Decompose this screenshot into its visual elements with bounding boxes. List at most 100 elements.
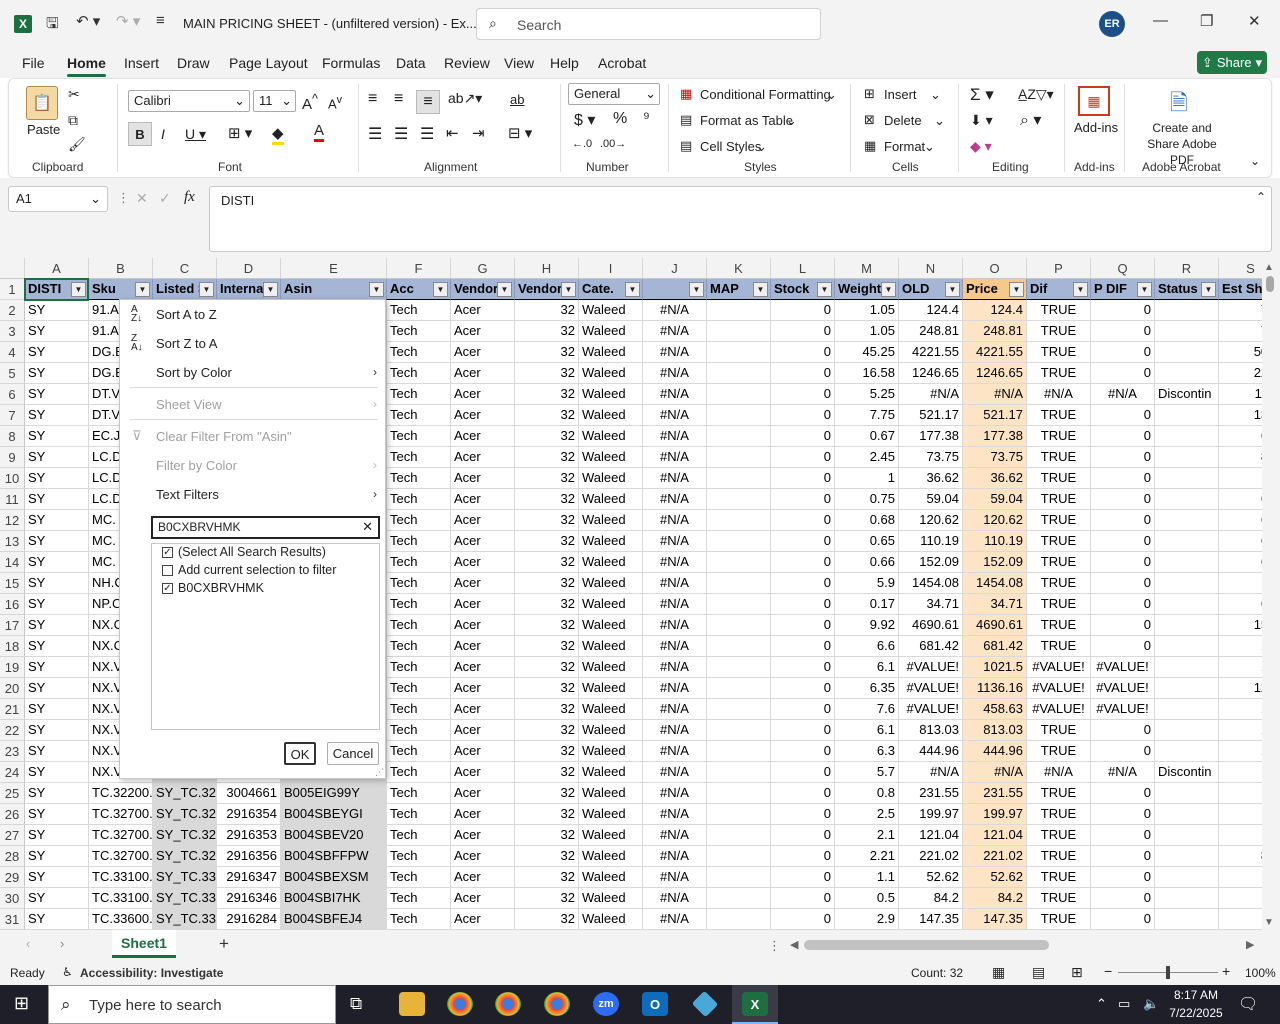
table-cell[interactable]: Waleed [579, 468, 643, 489]
filter-header-cell[interactable]: Vendor ▼ [515, 279, 579, 300]
column-header-c[interactable]: C [153, 258, 217, 279]
currency-icon[interactable]: $ ▾ [574, 110, 595, 130]
table-cell[interactable]: 0 [1091, 636, 1155, 657]
table-cell[interactable]: 8. [1219, 825, 1262, 846]
table-cell[interactable] [707, 657, 771, 678]
filter-header-cell[interactable]: Acc ▼ [387, 279, 451, 300]
table-cell[interactable] [1155, 468, 1219, 489]
table-cell[interactable] [707, 909, 771, 930]
table-cell[interactable] [1155, 888, 1219, 909]
notifications-icon[interactable]: 🗨 [1238, 994, 1258, 1014]
table-cell[interactable] [707, 573, 771, 594]
table-cell[interactable]: #VALUE! [1027, 657, 1091, 678]
table-cell[interactable]: TRUE [1027, 888, 1091, 909]
table-cell[interactable]: 6.1 [835, 720, 899, 741]
clear-search-icon[interactable]: ✕ [362, 519, 373, 535]
sheet-view-item[interactable]: Sheet View [156, 397, 222, 412]
paste-label[interactable]: Paste [27, 122, 60, 137]
select-all-search-results-item[interactable]: ✓ (Select All Search Results) [162, 545, 326, 559]
table-cell[interactable]: 124.4 [899, 300, 963, 321]
table-cell[interactable] [1155, 636, 1219, 657]
table-cell[interactable]: 32 [515, 615, 579, 636]
table-cell[interactable]: 7.75 [835, 405, 899, 426]
filter-header-cell[interactable]: Interna ▼ [217, 279, 281, 300]
table-cell[interactable]: 0 [771, 594, 835, 615]
taskbar-search-box[interactable]: ⌕ Type here to search [48, 985, 336, 1024]
table-cell[interactable]: 199.97 [899, 804, 963, 825]
table-cell[interactable]: Waleed [579, 909, 643, 930]
table-cell[interactable]: Waleed [579, 594, 643, 615]
chrome-profile-2-icon[interactable] [544, 992, 570, 1016]
resize-grip-icon[interactable]: ⋰ [375, 767, 384, 778]
sort-a-to-z-item[interactable]: Sort A to Z [156, 307, 217, 322]
table-cell[interactable]: 0 [1091, 489, 1155, 510]
table-cell[interactable]: 32 [515, 804, 579, 825]
filter-dropdown-icon[interactable]: ▼ [1201, 282, 1216, 297]
table-cell[interactable]: Discontin [1155, 384, 1219, 405]
table-cell[interactable]: 32 [515, 846, 579, 867]
table-cell[interactable]: TC.33100. [89, 867, 153, 888]
table-cell[interactable]: 32 [515, 909, 579, 930]
cell-styles-button[interactable]: Cell Styles [700, 139, 761, 154]
table-cell[interactable]: 177.38 [899, 426, 963, 447]
table-cell[interactable]: #N/A [1027, 384, 1091, 405]
table-cell[interactable]: 6.6 [1219, 531, 1262, 552]
row-header[interactable]: 2 [0, 300, 25, 321]
table-cell[interactable]: 0 [771, 720, 835, 741]
align-center-icon[interactable]: ☰ [394, 124, 408, 144]
table-cell[interactable]: Acer [451, 636, 515, 657]
table-cell[interactable]: 22.4 [1219, 363, 1262, 384]
filter-header-cell[interactable]: Weight ▼ [835, 279, 899, 300]
table-cell[interactable]: 32 [515, 300, 579, 321]
table-cell[interactable]: TC.32200. [89, 783, 153, 804]
table-cell[interactable]: 13.6 [1219, 405, 1262, 426]
table-cell[interactable]: Waleed [579, 405, 643, 426]
accessibility-button[interactable]: Accessibility: Investigate [80, 966, 223, 980]
table-cell[interactable]: TC.33100. [89, 888, 153, 909]
table-cell[interactable]: 2916356 [217, 846, 281, 867]
table-cell[interactable]: Tech [387, 426, 451, 447]
table-cell[interactable]: B004SBEXSM [281, 867, 387, 888]
table-cell[interactable]: 0.65 [835, 531, 899, 552]
table-cell[interactable]: 15.8 [1219, 615, 1262, 636]
table-cell[interactable]: 32 [515, 552, 579, 573]
row-header[interactable]: 4 [0, 342, 25, 363]
cancel-entry-icon[interactable]: ✕ [136, 190, 148, 207]
table-cell[interactable]: 6.35 [835, 678, 899, 699]
table-cell[interactable]: Tech [387, 657, 451, 678]
table-cell[interactable]: 6. [1219, 909, 1262, 930]
table-cell[interactable]: 0 [1091, 846, 1155, 867]
row-header[interactable]: 1 [0, 279, 25, 300]
table-cell[interactable]: Tech [387, 342, 451, 363]
table-cell[interactable]: 0 [771, 678, 835, 699]
table-cell[interactable]: 0 [771, 342, 835, 363]
table-cell[interactable]: Acer [451, 909, 515, 930]
table-cell[interactable]: 84.2 [963, 888, 1027, 909]
table-cell[interactable]: B004SBI7HK [281, 888, 387, 909]
row-header[interactable]: 9 [0, 447, 25, 468]
zoom-out-icon[interactable]: − [1104, 963, 1112, 979]
table-cell[interactable]: 34.71 [899, 594, 963, 615]
conditional-formatting-icon[interactable]: ▦ [680, 86, 692, 102]
align-middle-icon[interactable]: ≡ [394, 90, 403, 108]
filter-dropdown-icon[interactable]: ▼ [263, 282, 278, 297]
table-cell[interactable]: 73.75 [963, 447, 1027, 468]
table-cell[interactable] [707, 426, 771, 447]
more-options-icon[interactable]: ⋮ [117, 190, 130, 206]
column-header-p[interactable]: P [1027, 258, 1091, 279]
comma-icon[interactable]: ⁹ [643, 110, 650, 128]
table-cell[interactable] [707, 699, 771, 720]
table-cell[interactable]: 5.9 [835, 573, 899, 594]
close-icon[interactable]: ✕ [1248, 12, 1261, 30]
table-cell[interactable]: 0 [1091, 909, 1155, 930]
confirm-entry-icon[interactable]: ✓ [159, 190, 171, 207]
format-painter-icon[interactable]: 🖌 [68, 136, 86, 153]
table-cell[interactable]: Waleed [579, 636, 643, 657]
insert-cells-icon[interactable]: ⊞ [864, 86, 875, 102]
table-cell[interactable] [1155, 699, 1219, 720]
table-cell[interactable]: Waleed [579, 762, 643, 783]
table-cell[interactable]: 12. [1219, 657, 1262, 678]
table-cell[interactable]: 0 [771, 510, 835, 531]
table-cell[interactable]: Waleed [579, 699, 643, 720]
table-cell[interactable]: 2916346 [217, 888, 281, 909]
